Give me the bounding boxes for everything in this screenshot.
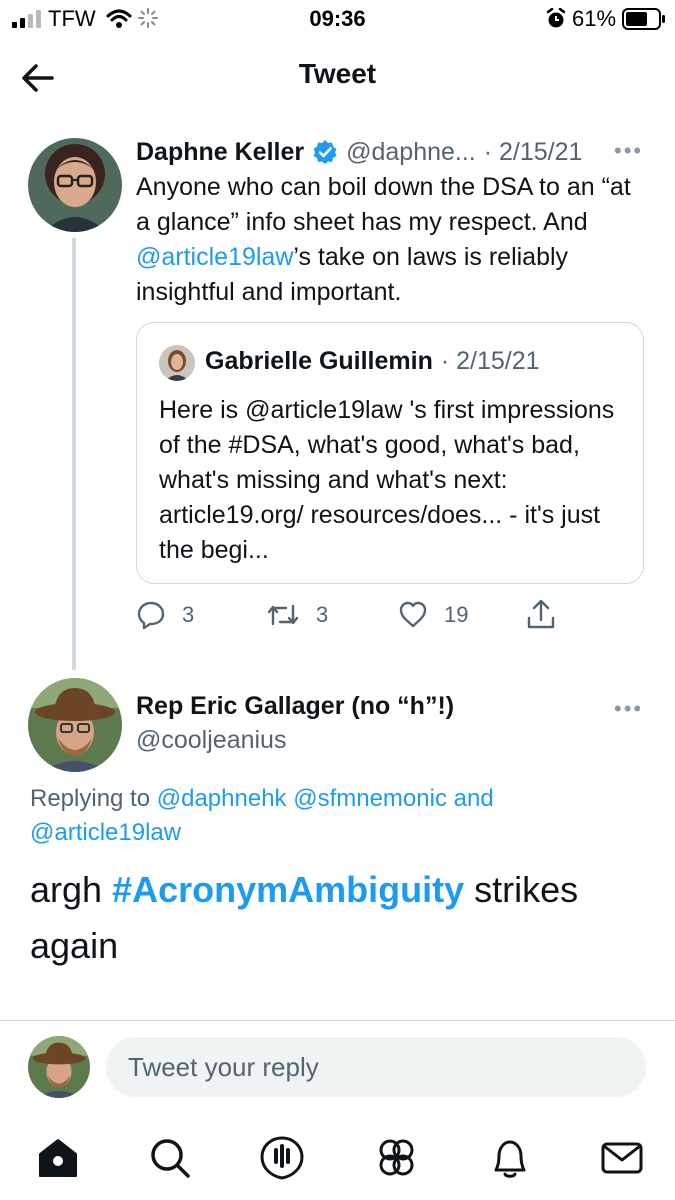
divider [0, 1020, 675, 1021]
quoted-tweet-card[interactable]: Gabrielle Guillemin · 2/15/21 Here is @a… [136, 322, 644, 584]
retweet-action[interactable]: 3 [266, 598, 328, 632]
verified-badge-icon [313, 140, 337, 164]
composer-avatar [28, 1036, 90, 1098]
replying-mentions[interactable]: @daphnehk @sfmnemonic [157, 785, 447, 812]
battery-icon [622, 8, 665, 30]
tweet-text: Anyone who can boil down the DSA to an “… [136, 170, 646, 310]
author-handle[interactable]: @daphne... [346, 138, 476, 167]
tweet-text-part: Anyone who can boil down the DSA to an “… [136, 173, 631, 236]
reply-count: 3 [182, 602, 195, 627]
quote-avatar [159, 345, 195, 381]
quote-header: Gabrielle Guillemin · 2/15/21 [205, 347, 540, 376]
replying-to-line: Replying to @daphnehk @sfmnemonic and @ar… [30, 782, 650, 850]
messages-icon[interactable] [598, 1134, 646, 1182]
tweet-header: Daphne Keller @daphne... · 2/15/21 [136, 136, 582, 168]
hashtag-link[interactable]: #AcronymAmbiguity [112, 869, 464, 910]
quote-date: · 2/15/21 [440, 347, 540, 375]
home-icon[interactable] [34, 1134, 82, 1182]
search-icon[interactable] [146, 1134, 194, 1182]
share-action[interactable] [526, 598, 556, 632]
reply-author-name[interactable]: Rep Eric Gallager (no “h”!) [136, 692, 454, 721]
spaces-icon[interactable] [258, 1134, 306, 1182]
tweet-date[interactable]: · 2/15/21 [484, 138, 583, 167]
battery-percentage: 61% [572, 6, 617, 31]
alarm-icon [546, 8, 566, 28]
reply-action[interactable]: 3 [136, 598, 194, 632]
page-title: Tweet [298, 58, 377, 89]
reply-icon [137, 601, 165, 630]
reply-author-handle[interactable]: @cooljeanius [136, 726, 286, 755]
share-icon [527, 599, 555, 629]
reply-text-part: argh [30, 869, 113, 910]
author-name[interactable]: Daphne Keller [136, 138, 304, 167]
heart-icon [399, 601, 427, 628]
retweet-count: 3 [316, 602, 329, 627]
avatar[interactable] [28, 138, 122, 232]
reply-text: argh #AcronymAmbiguity strikes again [30, 862, 650, 974]
reply-author-avatar[interactable] [28, 678, 122, 772]
replying-label: Replying to [30, 785, 157, 812]
reply-more-options-icon[interactable]: ••• [614, 696, 643, 722]
replying-and[interactable]: and [447, 785, 494, 812]
thread-connector [72, 238, 76, 670]
more-options-icon[interactable]: ••• [614, 138, 643, 164]
like-action[interactable]: 19 [398, 598, 468, 632]
like-count: 19 [444, 602, 469, 627]
reply-input[interactable] [106, 1037, 646, 1097]
notifications-icon[interactable] [486, 1134, 534, 1182]
quote-text: Here is @article19law 's first impressio… [159, 396, 615, 564]
status-bar: TFW 09:36 61% [0, 0, 675, 40]
quote-author-name: Gabrielle Guillemin [205, 347, 433, 375]
replying-mention-2[interactable]: @article19law [30, 819, 181, 846]
communities-icon[interactable] [372, 1134, 420, 1182]
retweet-icon [267, 604, 299, 626]
mention-link[interactable]: @article19law [136, 243, 293, 271]
